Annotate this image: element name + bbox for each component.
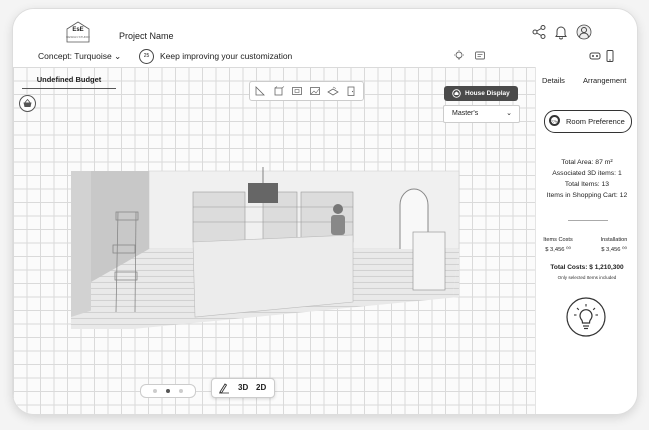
installation-label: Installation bbox=[600, 237, 628, 243]
top-bar: EsE DESIGN STUDIO Project Name bbox=[13, 9, 637, 45]
preference-ring: 77% bbox=[549, 115, 560, 126]
chat-icon[interactable] bbox=[474, 50, 486, 62]
items-costs-label: Items Costs bbox=[543, 237, 573, 243]
person-figure bbox=[331, 204, 345, 235]
lightbulb-icon[interactable] bbox=[566, 297, 606, 337]
project-name[interactable]: Project Name bbox=[119, 31, 174, 41]
room-3d-view[interactable] bbox=[13, 67, 535, 414]
view-mode-toggle: 3D 2D bbox=[211, 378, 275, 398]
room-canvas[interactable]: Undefined Budget House Display Master's bbox=[13, 67, 535, 414]
total-costs: Total Costs: $ 1,210,300 bbox=[550, 264, 624, 271]
tab-arrangement[interactable]: Arrangement bbox=[583, 76, 626, 85]
stat-total-area: Total Area: 87 m² bbox=[561, 159, 613, 166]
divider bbox=[568, 220, 608, 221]
tip-text: Keep improving your customization bbox=[160, 51, 293, 61]
view-2d-button[interactable]: 2D bbox=[256, 383, 266, 392]
share-icon[interactable] bbox=[531, 24, 547, 40]
concept-label: Concept: Turquoise bbox=[38, 51, 112, 61]
tab-details[interactable]: Details bbox=[542, 76, 565, 85]
phone-icon[interactable] bbox=[604, 50, 616, 62]
details-panel: Details Arrangement 77% Room Preference … bbox=[535, 67, 637, 414]
bell-icon[interactable] bbox=[553, 24, 569, 40]
items-costs-value: $ 3,456 ⁰⁰ bbox=[545, 247, 571, 253]
lightbulb-icon[interactable] bbox=[453, 50, 465, 62]
chevron-down-icon: ⌄ bbox=[114, 51, 122, 61]
carousel-pager[interactable] bbox=[140, 384, 196, 398]
logo-text: EsE bbox=[72, 27, 84, 33]
installation-value: $ 3,456 ⁰⁰ bbox=[601, 247, 627, 253]
view-3d-button[interactable]: 3D bbox=[238, 383, 248, 392]
pager-dot-active[interactable] bbox=[166, 389, 170, 393]
logo-subtext: DESIGN STUDIO bbox=[66, 35, 90, 39]
pager-dot[interactable] bbox=[153, 389, 157, 393]
pager-dot[interactable] bbox=[179, 389, 183, 393]
vr-headset-icon[interactable] bbox=[589, 50, 601, 62]
stat-cart-items: Items in Shopping Cart: 12 bbox=[546, 192, 628, 199]
logo[interactable]: EsE DESIGN STUDIO bbox=[63, 21, 93, 43]
sketch-icon[interactable] bbox=[218, 382, 230, 394]
progress-badge[interactable]: 25 bbox=[139, 49, 154, 64]
stat-3d-items: Associated 3D items: 1 bbox=[552, 170, 622, 177]
room-preference-button[interactable]: 77% Room Preference bbox=[544, 110, 632, 133]
stat-total-items: Total Items: 13 bbox=[564, 181, 610, 188]
room-preference-label: Room Preference bbox=[566, 117, 625, 126]
concept-dropdown[interactable]: Concept: Turquoise ⌄ bbox=[38, 51, 121, 62]
user-icon[interactable] bbox=[576, 24, 592, 40]
concept-bar: Concept: Turquoise ⌄ 25 Keep improving y… bbox=[13, 45, 637, 68]
total-costs-note: Only selected Items included bbox=[557, 275, 617, 280]
app-window: EsE DESIGN STUDIO Project Name Concept: … bbox=[12, 8, 638, 415]
